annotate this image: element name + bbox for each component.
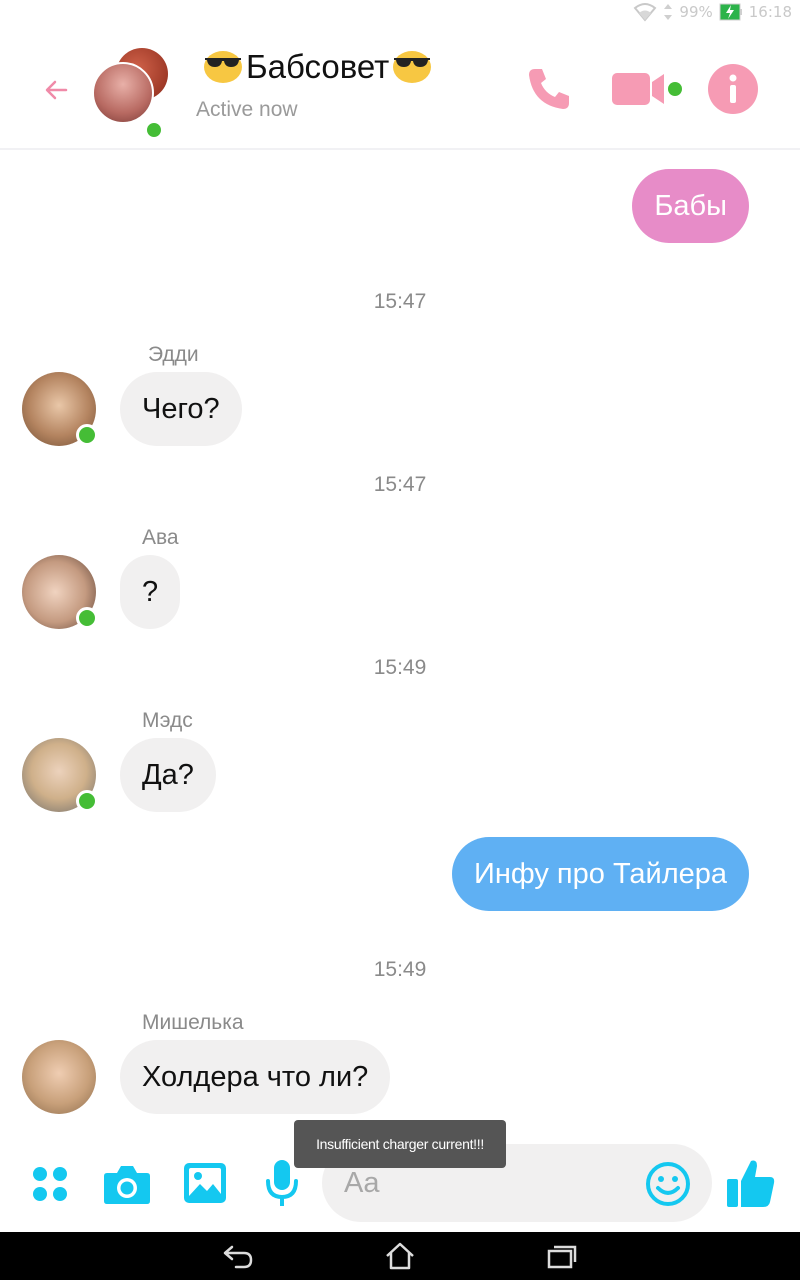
message-bubble-outgoing[interactable]: Бабы [632, 169, 749, 243]
nav-back-button[interactable] [218, 1240, 258, 1272]
sender-name: Эдди [148, 343, 199, 366]
status-bar: 99% 16:18 [0, 0, 800, 26]
sunglasses-emoji-icon [391, 49, 433, 85]
info-button[interactable] [708, 64, 758, 114]
avatar[interactable] [22, 738, 98, 812]
nav-recents-button[interactable] [542, 1240, 582, 1272]
system-toast: Insufficient charger current!!! [294, 1120, 506, 1168]
message-bubble-incoming[interactable]: Чего? [120, 372, 242, 446]
battery-percent: 99% [679, 3, 713, 21]
phone-icon [529, 69, 569, 109]
timestamp: 15:47 [373, 290, 427, 313]
camera-button[interactable] [102, 1160, 152, 1208]
battery-charging-icon [719, 3, 742, 21]
timestamp: 15:49 [373, 958, 427, 981]
chat-header: Бабсовет Active now [0, 26, 800, 150]
message-bubble-outgoing[interactable]: Инфу про Тайлера [451, 837, 749, 911]
voice-call-button[interactable] [522, 64, 576, 114]
message-list[interactable]: Бабы 15:47 Эдди Чего? 15:47 Ава ? 15:49 … [0, 152, 800, 1142]
system-nav-bar [0, 1232, 800, 1280]
online-indicator [76, 424, 98, 446]
home-icon [386, 1242, 414, 1270]
avatar[interactable] [22, 1040, 96, 1114]
back-button[interactable] [40, 74, 72, 106]
apps-button[interactable] [28, 1162, 72, 1206]
clock: 16:18 [748, 3, 792, 21]
message-bubble-incoming[interactable]: Холдера что ли? [120, 1040, 391, 1114]
timestamp: 15:49 [373, 656, 427, 679]
smiley-icon [646, 1162, 690, 1206]
emoji-button[interactable] [644, 1160, 692, 1208]
apps-icon [33, 1167, 67, 1201]
chat-title-text: Бабсовет [246, 48, 390, 85]
sender-name: Мишелька [142, 1011, 244, 1034]
group-avatar[interactable] [92, 46, 172, 140]
online-indicator [76, 790, 98, 812]
video-camera-icon [612, 73, 664, 105]
presence-status: Active now [196, 98, 298, 121]
info-icon [709, 65, 757, 113]
avatar[interactable] [22, 555, 98, 629]
wifi-icon [634, 3, 657, 22]
video-active-indicator [668, 82, 682, 96]
back-arrow-icon [45, 80, 68, 100]
like-button[interactable] [724, 1156, 778, 1210]
nav-back-icon [223, 1245, 253, 1269]
timestamp: 15:47 [373, 473, 427, 496]
status-icons: 99% 16:18 [633, 2, 792, 22]
sunglasses-emoji-icon [202, 49, 244, 85]
gallery-button[interactable] [182, 1160, 228, 1206]
video-call-button[interactable] [606, 64, 670, 114]
recent-apps-icon [547, 1245, 577, 1269]
message-bubble-incoming[interactable]: Да? [120, 738, 216, 812]
camera-icon [104, 1166, 150, 1204]
avatar[interactable] [22, 372, 98, 446]
online-indicator [76, 607, 98, 629]
data-arrows-icon [664, 4, 673, 20]
chat-title[interactable]: Бабсовет [202, 48, 433, 86]
sender-name: Ава [142, 526, 179, 549]
online-indicator [144, 120, 164, 140]
nav-home-button[interactable] [380, 1240, 420, 1272]
message-bubble-incoming[interactable]: ? [120, 555, 181, 629]
sender-name: Мэдс [142, 709, 193, 732]
image-icon [184, 1163, 226, 1203]
thumbs-up-icon [727, 1160, 775, 1207]
group-avatar-front [92, 62, 154, 124]
